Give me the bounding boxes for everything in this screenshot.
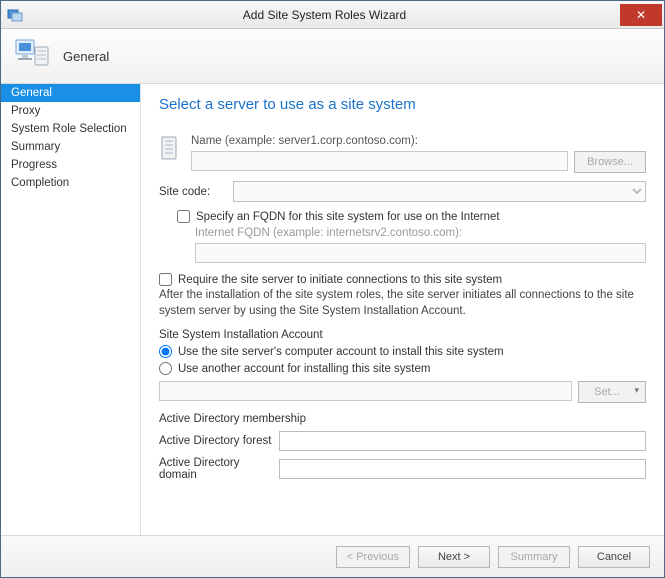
- header-band: General: [1, 29, 664, 84]
- sidebar-item-label: Progress: [11, 159, 57, 171]
- sidebar-item-general[interactable]: General: [1, 84, 140, 102]
- require-checkbox[interactable]: [159, 273, 172, 286]
- fqdn-checkbox-label: Specify an FQDN for this site system for…: [196, 211, 500, 223]
- ad-domain-label: Active Directory domain: [159, 457, 279, 481]
- name-input[interactable]: [191, 151, 568, 171]
- sidebar-item-label: Summary: [11, 141, 60, 153]
- sidebar: General Proxy System Role Selection Summ…: [1, 84, 141, 535]
- fqdn-input: [195, 243, 646, 263]
- server-small-icon: [159, 135, 183, 166]
- radio-other-label: Use another account for installing this …: [178, 363, 430, 375]
- server-icon: [13, 37, 51, 76]
- fqdn-sublabel: Internet FQDN (example: internetsrv2.con…: [195, 227, 646, 239]
- site-code-label: Site code:: [159, 186, 225, 198]
- sidebar-item-label: System Role Selection: [11, 123, 127, 135]
- titlebar: Add Site System Roles Wizard ✕: [1, 1, 664, 29]
- previous-button[interactable]: < Previous: [336, 546, 410, 568]
- fqdn-checkbox[interactable]: [177, 210, 190, 223]
- sidebar-item-summary[interactable]: Summary: [1, 138, 140, 156]
- window-title: Add Site System Roles Wizard: [29, 8, 620, 22]
- sidebar-item-proxy[interactable]: Proxy: [1, 102, 140, 120]
- account-input: [159, 381, 572, 401]
- radio-other-account[interactable]: [159, 362, 172, 375]
- sidebar-item-label: Proxy: [11, 105, 40, 117]
- radio-computer-account[interactable]: [159, 345, 172, 358]
- close-icon: ✕: [636, 8, 646, 22]
- close-button[interactable]: ✕: [620, 4, 662, 26]
- sidebar-item-system-role-selection[interactable]: System Role Selection: [1, 120, 140, 138]
- app-icon: [7, 7, 23, 23]
- wizard-body: General Proxy System Role Selection Summ…: [1, 84, 664, 535]
- page-heading: Select a server to use as a site system: [159, 96, 646, 113]
- set-button[interactable]: Set...: [578, 381, 646, 403]
- site-code-select[interactable]: [233, 181, 646, 202]
- ad-forest-label: Active Directory forest: [159, 435, 279, 447]
- browse-button[interactable]: Browse...: [574, 151, 646, 173]
- sidebar-item-label: Completion: [11, 177, 69, 189]
- wizard-window: Add Site System Roles Wizard ✕ General G…: [0, 0, 665, 578]
- sidebar-item-completion[interactable]: Completion: [1, 174, 140, 192]
- footer-bar: < Previous Next > Summary Cancel: [1, 535, 664, 577]
- sidebar-item-label: General: [11, 87, 52, 99]
- sidebar-item-progress[interactable]: Progress: [1, 156, 140, 174]
- next-button[interactable]: Next >: [418, 546, 490, 568]
- require-note: After the installation of the site syste…: [159, 288, 646, 319]
- summary-button[interactable]: Summary: [498, 546, 570, 568]
- install-account-heading: Site System Installation Account: [159, 329, 646, 341]
- radio-computer-label: Use the site server's computer account t…: [178, 346, 504, 358]
- cancel-button[interactable]: Cancel: [578, 546, 650, 568]
- ad-forest-input[interactable]: [279, 431, 646, 451]
- content-pane: Select a server to use as a site system …: [141, 84, 664, 535]
- ad-domain-input[interactable]: [279, 459, 646, 479]
- header-label: General: [63, 49, 109, 64]
- require-checkbox-label: Require the site server to initiate conn…: [178, 274, 502, 286]
- ad-heading: Active Directory membership: [159, 413, 646, 425]
- name-label: Name (example: server1.corp.contoso.com)…: [191, 135, 646, 147]
